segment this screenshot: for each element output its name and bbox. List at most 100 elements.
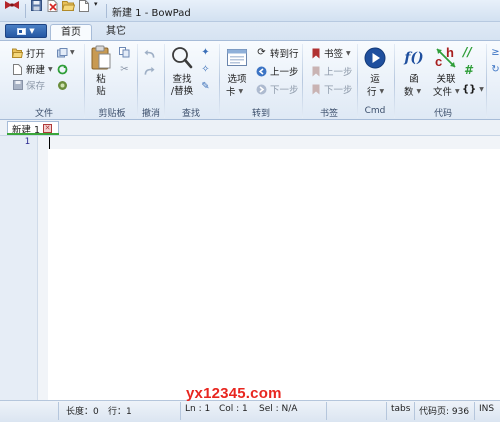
open-button[interactable]: 打开: [12, 46, 45, 60]
overflow-icon[interactable]: ≥: [490, 47, 500, 58]
tabs-button[interactable]: [227, 47, 247, 67]
arrow-right-icon: [256, 84, 267, 95]
quick-access-separator: [106, 4, 107, 18]
fold-margin[interactable]: [38, 136, 48, 400]
save-all-icon[interactable]: [57, 80, 68, 91]
group-separator: [164, 44, 165, 118]
bookmark-prev-button[interactable]: 上一步: [310, 64, 353, 78]
function-label-2-row: 数 ▼: [404, 84, 421, 98]
goto-line-button[interactable]: ⟳ 转到行: [256, 46, 299, 61]
run-label-2: 行: [367, 87, 377, 98]
chevron-down-icon: ▼: [455, 87, 460, 95]
new-doc-icon[interactable]: [79, 0, 89, 15]
customize-dropdown-icon[interactable]: ▾: [94, 0, 98, 8]
status-sel: Sel : N/A: [259, 404, 298, 414]
chevron-down-icon[interactable]: ▼: [70, 49, 75, 56]
bookmark-next-icon: [310, 84, 321, 95]
group-separator: [486, 44, 487, 118]
bookmark-label: 书签: [324, 49, 344, 60]
braces-button[interactable]: {} ▼: [462, 82, 484, 96]
chevron-down-icon: ▼: [479, 85, 484, 93]
status-tabs[interactable]: tabs: [391, 404, 410, 414]
play-icon: [364, 47, 386, 69]
open-folder-icon[interactable]: [61, 0, 76, 14]
group-separator: [84, 44, 85, 118]
quick-access-separator: [25, 4, 26, 18]
arrow-left-icon: [256, 66, 267, 77]
recent-files-icon[interactable]: [57, 47, 68, 58]
find-selection-icon[interactable]: ✎: [200, 81, 211, 92]
redo-icon[interactable]: [144, 65, 155, 76]
current-line-highlight: [48, 136, 500, 149]
tab-other[interactable]: 其它: [95, 24, 137, 40]
overflow-icon-2[interactable]: ↻: [490, 64, 500, 75]
tab-home[interactable]: 首页: [50, 24, 92, 41]
goto-next-button[interactable]: 下一步: [256, 82, 299, 96]
chevron-down-icon: ▼: [48, 65, 53, 73]
chevron-down-icon: ▼: [238, 87, 244, 95]
new-button[interactable]: 新建 ▼: [12, 62, 53, 76]
goto-line-label: 转到行: [270, 49, 299, 60]
goto-prev-button[interactable]: 上一步: [256, 64, 299, 78]
chevron-down-icon: ▼: [29, 26, 35, 35]
line-number: 1: [24, 137, 30, 147]
close-doc-icon[interactable]: [47, 0, 58, 15]
status-separator: [58, 402, 59, 420]
editor-area[interactable]: [48, 136, 500, 400]
corresponding-file-button[interactable]: c h: [434, 45, 458, 70]
status-ins[interactable]: INS: [479, 404, 494, 414]
group-label-bookmarks: 书签: [319, 109, 338, 119]
run-button[interactable]: [364, 47, 386, 69]
group-label-clipboard: 剪贴板: [98, 109, 126, 119]
uncomment-icon[interactable]: #: [464, 63, 472, 77]
find-prev-icon[interactable]: ✧: [200, 64, 211, 75]
goto-prev-label: 上一步: [270, 67, 299, 78]
bookmark-prev-icon: [310, 66, 321, 77]
status-separator: [386, 402, 387, 420]
group-label-undo: 撤消: [141, 109, 160, 119]
new-doc-icon: [12, 63, 23, 75]
status-lines: 行：1: [108, 407, 132, 417]
app-menu-button[interactable]: ▼: [5, 24, 47, 38]
line-number-gutter: [0, 136, 38, 400]
function-icon[interactable]: f(): [400, 47, 428, 69]
corresponding-file-icon: c h: [435, 45, 456, 69]
find-replace-button[interactable]: [171, 46, 193, 70]
title-bar: [0, 0, 500, 22]
copy-icon[interactable]: [119, 47, 130, 58]
group-label-file: 文件: [34, 109, 53, 119]
corresponding-file-label-2-row: 文件 ▼: [433, 84, 460, 98]
svg-text:h: h: [446, 46, 454, 60]
find-next-icon[interactable]: ✦: [200, 47, 211, 58]
bookmark-next-button[interactable]: 下一步: [310, 82, 353, 96]
close-icon[interactable]: ✕: [43, 124, 53, 133]
comment-icon[interactable]: //: [463, 45, 472, 59]
chevron-down-icon: ▼: [346, 49, 351, 57]
group-separator: [357, 44, 358, 118]
status-separator: [414, 402, 415, 420]
reload-icon[interactable]: [57, 64, 68, 75]
find-replace-label-1: 查找: [172, 74, 192, 85]
cut-icon[interactable]: ✂: [119, 64, 130, 75]
save-label: 保存: [26, 81, 46, 92]
save-button[interactable]: 保存: [12, 78, 45, 92]
open-label: 打开: [26, 49, 46, 60]
save-icon[interactable]: [31, 0, 42, 14]
group-label-code: 代码: [433, 109, 452, 119]
bookmark-prev-label: 上一步: [324, 67, 353, 78]
window-title: 新建 1 - BowPad: [112, 8, 191, 19]
app-icon[interactable]: [4, 0, 20, 13]
group-label-find: 查找: [181, 109, 200, 119]
bookmark-button[interactable]: 书签 ▼: [310, 46, 351, 60]
magnifier-icon: [172, 47, 193, 69]
app-menu-icon: [17, 27, 27, 35]
undo-icon[interactable]: [144, 48, 155, 59]
paste-button[interactable]: [90, 45, 112, 71]
corresponding-file-label-2: 文件: [433, 87, 453, 98]
chevron-down-icon: ▼: [416, 87, 422, 95]
group-separator: [302, 44, 303, 118]
group-separator: [219, 44, 220, 118]
status-codepage[interactable]: 代码页: 936: [419, 404, 469, 417]
status-col: Col : 1: [219, 404, 248, 414]
active-tab-indicator: [7, 133, 59, 135]
